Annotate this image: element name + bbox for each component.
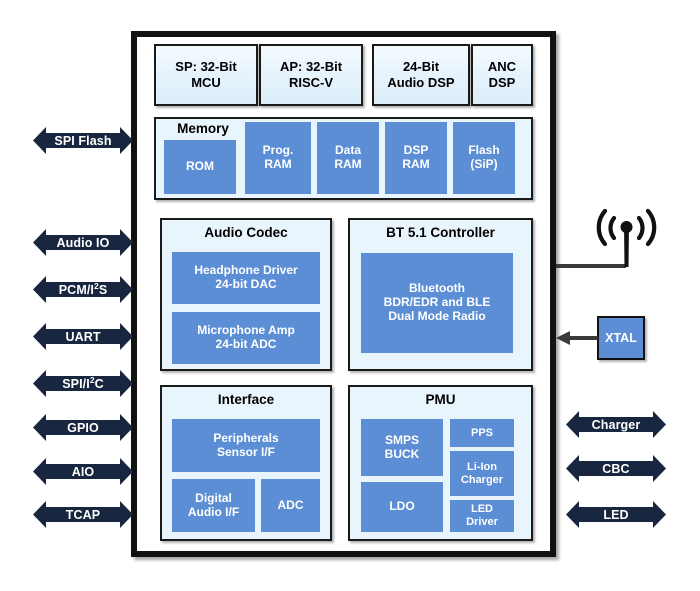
pmu-block-led-driver-line1: LED — [471, 503, 493, 516]
bt-radio-block-line2: BDR/EDR and BLE — [383, 295, 491, 310]
audio-codec-block-microphone-adc[interactable]: Microphone Amp 24-bit ADC — [172, 312, 320, 364]
cpu-tile-audio-dsp[interactable]: 24-Bit Audio DSP — [372, 44, 470, 106]
bt-controller-panel-title: BT 5.1 Controller — [386, 225, 495, 240]
pmu-panel-title: PMU — [425, 392, 456, 407]
pmu-block-ldo[interactable]: LDO — [361, 482, 443, 532]
pmu-block-led-driver[interactable]: LED Driver — [450, 500, 514, 532]
pmu-block-smps-buck-line1: SMPS — [384, 432, 419, 447]
memory-block-prog-ram-line2: RAM — [264, 157, 292, 171]
xtal-arrow — [556, 328, 598, 348]
interface-block-adc-label: ADC — [277, 497, 304, 512]
memory-block-data-ram-line2: RAM — [334, 157, 362, 171]
xtal-arrow-icon — [556, 331, 598, 345]
cpu-tile-ap-riscv-line1: AP: 32-Bit — [279, 58, 343, 74]
bus-arrow-spi-i2c-label: SPI/I2C — [62, 374, 104, 391]
memory-panel-title: Memory — [177, 121, 229, 136]
cpu-tile-sp-mcu-line2: MCU — [191, 75, 221, 90]
interface-block-digital-audio-line1: Digital — [195, 490, 232, 505]
bus-arrow-cbc[interactable]: CBC — [566, 455, 666, 482]
bus-arrow-led-label: LED — [603, 507, 629, 522]
interface-block-peripherals-sensor[interactable]: Peripherals Sensor I/F — [172, 419, 320, 472]
audio-codec-panel-title: Audio Codec — [204, 225, 288, 240]
pmu-block-liion-charger[interactable]: Li-Ion Charger — [450, 451, 514, 496]
cpu-tile-audio-dsp-line1: 24-Bit — [402, 58, 440, 74]
pmu-block-liion-charger-line1: Li-Ion — [467, 460, 497, 473]
cpu-tile-anc-dsp-line1: ANC — [487, 58, 517, 74]
pmu-block-smps-buck[interactable]: SMPS BUCK — [361, 419, 443, 476]
bus-arrow-spi-flash[interactable]: SPI Flash — [33, 127, 133, 154]
audio-codec-block-headphone-dac[interactable]: Headphone Driver 24-bit DAC — [172, 252, 320, 304]
bt-radio-block-line1: Bluetooth — [409, 281, 465, 296]
memory-block-rom[interactable]: ROM — [164, 140, 236, 194]
bus-arrow-aio[interactable]: AIO — [33, 458, 133, 485]
xtal-label: XTAL — [605, 331, 637, 345]
pmu-block-ldo-label: LDO — [389, 499, 415, 514]
block-diagram-canvas: SP: 32-Bit MCU AP: 32-Bit RISC-V 24-Bit … — [0, 0, 700, 591]
cpu-tile-sp-mcu[interactable]: SP: 32-Bit MCU — [154, 44, 258, 106]
cpu-tile-ap-riscv-line2: RISC-V — [288, 75, 334, 90]
bus-arrow-spi-flash-label: SPI Flash — [54, 133, 112, 148]
memory-block-dsp-ram[interactable]: DSP RAM — [385, 122, 447, 194]
pmu-block-pps-label: PPS — [470, 426, 493, 439]
bt-radio-block-line3: Dual Mode Radio — [388, 308, 486, 323]
bus-arrow-gpio-label: GPIO — [67, 420, 99, 435]
pmu-block-smps-buck-line2: BUCK — [384, 446, 420, 461]
memory-block-prog-ram-line1: Prog. — [262, 143, 294, 158]
bus-arrow-uart-label: UART — [65, 329, 101, 344]
memory-block-dsp-ram-line2: RAM — [402, 157, 430, 171]
bus-arrow-tcap-label: TCAP — [65, 507, 101, 522]
memory-block-dsp-ram-line1: DSP — [403, 143, 429, 158]
cpu-tile-sp-mcu-line1: SP: 32-Bit — [175, 58, 237, 74]
cpu-tile-anc-dsp[interactable]: ANC DSP — [471, 44, 533, 106]
interface-block-peripherals-sensor-line1: Peripherals — [213, 430, 279, 445]
pmu-block-pps[interactable]: PPS — [450, 419, 514, 447]
bus-arrow-cbc-label: CBC — [602, 461, 630, 476]
bus-arrow-spi-i2c[interactable]: SPI/I2C — [33, 370, 133, 397]
audio-codec-block-headphone-dac-line1: Headphone Driver — [194, 263, 298, 278]
cpu-tile-anc-dsp-line2: DSP — [488, 75, 516, 90]
interface-block-adc[interactable]: ADC — [261, 479, 320, 532]
memory-block-data-ram[interactable]: Data RAM — [317, 122, 379, 194]
memory-block-flash-sip-line2: (SiP) — [470, 157, 498, 171]
interface-block-digital-audio[interactable]: Digital Audio I/F — [172, 479, 255, 532]
bus-arrow-aio-label: AIO — [71, 464, 95, 479]
memory-block-data-ram-line1: Data — [334, 143, 361, 158]
bus-arrow-uart[interactable]: UART — [33, 323, 133, 350]
interface-block-digital-audio-line2: Audio I/F — [187, 504, 240, 519]
bus-arrow-audio-io[interactable]: Audio IO — [33, 229, 133, 256]
bt-radio-block[interactable]: Bluetooth BDR/EDR and BLE Dual Mode Radi… — [361, 253, 513, 353]
bus-arrow-pcm-i2s-label: PCM/I2S — [58, 280, 108, 297]
bus-arrow-led[interactable]: LED — [566, 501, 666, 528]
audio-codec-block-headphone-dac-line2: 24-bit DAC — [215, 277, 277, 291]
bus-arrow-charger-label: Charger — [591, 417, 641, 432]
bus-arrow-audio-io-label: Audio IO — [56, 235, 110, 250]
memory-block-flash-sip[interactable]: Flash (SiP) — [453, 122, 515, 194]
cpu-tile-ap-riscv[interactable]: AP: 32-Bit RISC-V — [259, 44, 363, 106]
memory-block-prog-ram[interactable]: Prog. RAM — [245, 122, 311, 194]
pmu-block-liion-charger-line2: Charger — [460, 473, 504, 486]
audio-codec-block-microphone-adc-line2: 24-bit ADC — [215, 337, 277, 351]
interface-block-peripherals-sensor-line2: Sensor I/F — [216, 444, 275, 459]
antenna-icon — [596, 208, 657, 267]
memory-block-flash-sip-line1: Flash — [468, 143, 500, 158]
xtal-box[interactable]: XTAL — [597, 316, 645, 360]
pmu-block-led-driver-line2: Driver — [466, 516, 498, 528]
bus-arrow-gpio[interactable]: GPIO — [33, 414, 133, 441]
cpu-tile-audio-dsp-line2: Audio DSP — [387, 75, 455, 90]
audio-codec-block-microphone-adc-line1: Microphone Amp — [197, 323, 295, 338]
antenna-symbol — [586, 205, 666, 270]
interface-panel-title: Interface — [217, 392, 275, 407]
bus-arrow-charger[interactable]: Charger — [566, 411, 666, 438]
bus-arrow-pcm-i2s[interactable]: PCM/I2S — [33, 276, 133, 303]
memory-block-rom-label: ROM — [186, 159, 214, 174]
bus-arrow-tcap[interactable]: TCAP — [33, 501, 133, 528]
